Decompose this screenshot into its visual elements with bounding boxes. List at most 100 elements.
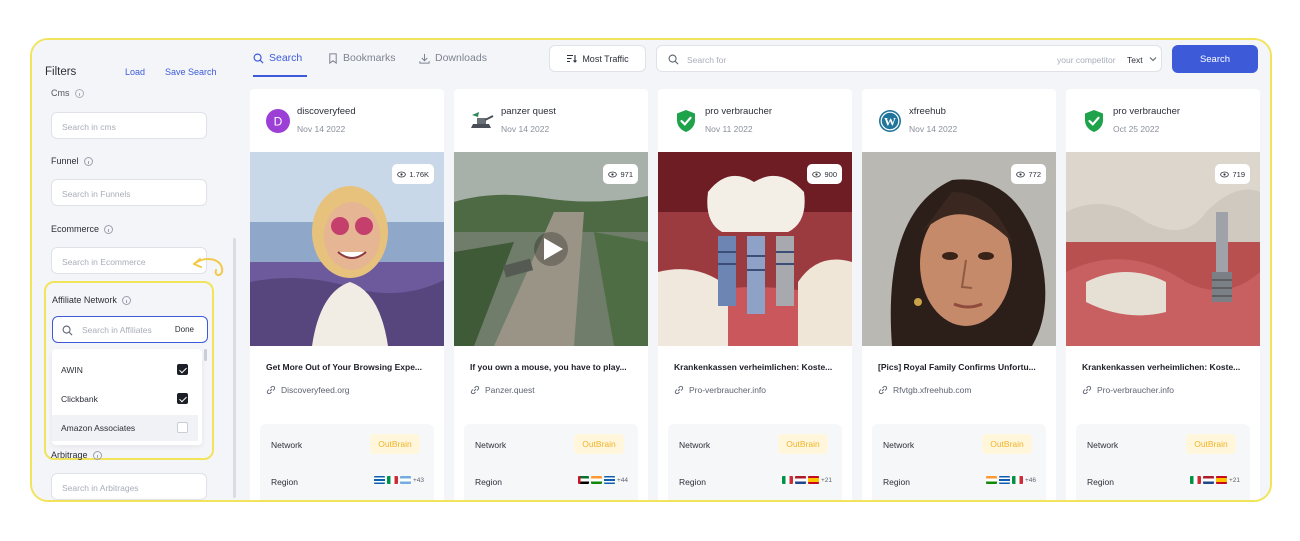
- save-search-link[interactable]: Save Search: [165, 67, 217, 77]
- checkbox-checked[interactable]: [177, 393, 188, 404]
- option-label: AWIN: [61, 365, 83, 375]
- views-badge: 971: [603, 164, 638, 184]
- search-button[interactable]: Search: [1172, 45, 1258, 73]
- tab-search[interactable]: Search: [253, 52, 302, 64]
- advertiser-name: discoveryfeed: [297, 106, 356, 117]
- curved-arrow-icon: [193, 258, 224, 276]
- ad-title: [Pics] Royal Family Confirms Unfortu...: [878, 362, 1036, 372]
- main-search-input[interactable]: Search for your competitor Text: [656, 45, 1162, 72]
- tab-downloads[interactable]: Downloads: [419, 52, 487, 64]
- network-label: Network: [1087, 440, 1119, 450]
- eye-icon: [1016, 171, 1026, 177]
- search-icon: [668, 54, 679, 65]
- chevron-down-icon[interactable]: [1149, 55, 1157, 63]
- ecommerce-label: Ecommerce: [51, 224, 100, 234]
- bookmark-icon: [329, 52, 337, 64]
- load-link[interactable]: Load: [125, 67, 145, 77]
- tab-label: Search: [269, 52, 303, 64]
- link-icon: [470, 385, 480, 395]
- ad-card[interactable]: pro verbraucher Oct 25 2022 719 Krankenk…: [1066, 89, 1260, 500]
- filters-sidebar: Filters Load Save Search Cms Search in c…: [32, 40, 238, 500]
- arbitrage-label: Arbitrage: [51, 450, 88, 460]
- ad-domain: Panzer.quest: [485, 385, 535, 395]
- flag-it-icon: [1011, 476, 1023, 484]
- ad-card[interactable]: W xfreehub Nov 14 2022 772 [Pics] Royal …: [862, 89, 1056, 500]
- ad-domain-link[interactable]: Discoveryfeed.org: [266, 385, 350, 395]
- ad-card[interactable]: panzer quest Nov 14 2022 971 If you own …: [454, 89, 648, 500]
- region-label: Region: [679, 477, 706, 487]
- link-icon: [1082, 385, 1092, 395]
- affiliate-search-input[interactable]: Search in Affiliates Done: [52, 316, 208, 343]
- more-regions: +46: [1024, 476, 1036, 484]
- ad-title: Get More Out of Your Browsing Expe...: [266, 362, 423, 372]
- search-placeholder: Search for: [687, 55, 727, 65]
- region-flags: +21: [1189, 476, 1240, 484]
- ad-domain: Pro-verbraucher.info: [1097, 385, 1175, 395]
- ad-domain-link[interactable]: Pro-verbraucher.info: [674, 385, 766, 395]
- wordpress-icon: W: [879, 110, 901, 132]
- option-label: Amazon Associates: [61, 423, 136, 433]
- affiliate-placeholder: Search in Affiliates: [82, 325, 152, 335]
- views-count: 1.76K: [409, 169, 429, 179]
- funnel-label: Funnel: [51, 156, 79, 166]
- more-regions: +21: [1228, 476, 1240, 484]
- cms-label: Cms: [51, 88, 70, 98]
- affiliate-option-awin[interactable]: AWIN: [52, 357, 198, 383]
- funnel-search-input[interactable]: Search in Funnels: [51, 179, 207, 206]
- download-icon: [419, 53, 430, 64]
- svg-text:W: W: [884, 114, 896, 128]
- tab-label: Downloads: [435, 52, 487, 64]
- ad-domain-link[interactable]: Panzer.quest: [470, 385, 535, 395]
- region-flags: +46: [985, 476, 1036, 484]
- flag-it-icon: [1189, 476, 1201, 484]
- network-label: Network: [679, 440, 711, 450]
- link-icon: [674, 385, 684, 395]
- flag-gr-icon: [998, 476, 1010, 484]
- flag-gr-icon: [373, 476, 385, 484]
- ad-card[interactable]: D discoveryfeed Nov 14 2022 1.76K Get Mo: [250, 89, 444, 500]
- flag-es-icon: [1215, 476, 1227, 484]
- affiliate-option-amazon-associates[interactable]: Amazon Associates: [52, 415, 198, 441]
- ad-meta: Network OutBrain Region +21: [668, 424, 842, 500]
- search-type-select[interactable]: Text: [1127, 55, 1143, 65]
- arbitrage-search-input[interactable]: Search in Arbitrages: [51, 473, 207, 500]
- region-label: Region: [883, 477, 910, 487]
- eye-icon: [397, 171, 407, 177]
- views-badge: 719: [1215, 164, 1250, 184]
- sidebar-scrollbar[interactable]: [233, 238, 236, 498]
- ad-domain: Pro-verbraucher.info: [689, 385, 767, 395]
- ecommerce-search-input[interactable]: Search in Ecommerce: [51, 247, 207, 274]
- network-badge: OutBrain: [778, 434, 828, 454]
- letter-avatar: D: [266, 109, 290, 133]
- more-regions: +44: [616, 476, 628, 484]
- sort-dropdown-button[interactable]: Most Traffic: [549, 45, 646, 72]
- top-toolbar: Search Bookmarks Downloads Most Traffic …: [238, 40, 1270, 80]
- sort-label: Most Traffic: [582, 53, 629, 64]
- ad-domain-link[interactable]: Rfvtgb.xfreehub.com: [878, 385, 971, 395]
- done-button[interactable]: Done: [175, 325, 194, 334]
- avatar-letter: D: [274, 115, 283, 129]
- ad-card[interactable]: pro verbraucher Nov 11 2022 900 Krankenk…: [658, 89, 852, 500]
- tab-bookmarks[interactable]: Bookmarks: [328, 52, 396, 64]
- checkbox-checked[interactable]: [177, 364, 188, 375]
- flag-gr-icon: [603, 476, 615, 484]
- app-frame: Filters Load Save Search Cms Search in c…: [30, 38, 1272, 502]
- ad-domain: Rfvtgb.xfreehub.com: [893, 385, 972, 395]
- ad-date: Nov 11 2022: [705, 124, 753, 134]
- ad-domain-link[interactable]: Pro-verbraucher.info: [1082, 385, 1174, 395]
- advertiser-name: pro verbraucher: [705, 106, 773, 117]
- flag-it-icon: [781, 476, 793, 484]
- ad-meta: Network OutBrain Region +44: [464, 424, 638, 500]
- affiliate-option-clickbank[interactable]: Clickbank: [52, 386, 198, 412]
- more-regions: +43: [412, 476, 424, 484]
- ad-meta: Network OutBrain Region +46: [872, 424, 1046, 500]
- affiliate-list-scrollbar[interactable]: [204, 349, 207, 361]
- network-badge: OutBrain: [982, 434, 1032, 454]
- affiliate-label-row: Affiliate Network: [52, 295, 131, 305]
- region-flags: +43: [373, 476, 424, 484]
- cms-search-input[interactable]: Search in cms: [51, 112, 207, 139]
- checkbox-unchecked[interactable]: [177, 422, 188, 433]
- region-label: Region: [271, 477, 298, 487]
- ad-title: Krankenkassen verheimlichen: Koste...: [674, 362, 833, 372]
- main-content: Search Bookmarks Downloads Most Traffic …: [238, 40, 1270, 500]
